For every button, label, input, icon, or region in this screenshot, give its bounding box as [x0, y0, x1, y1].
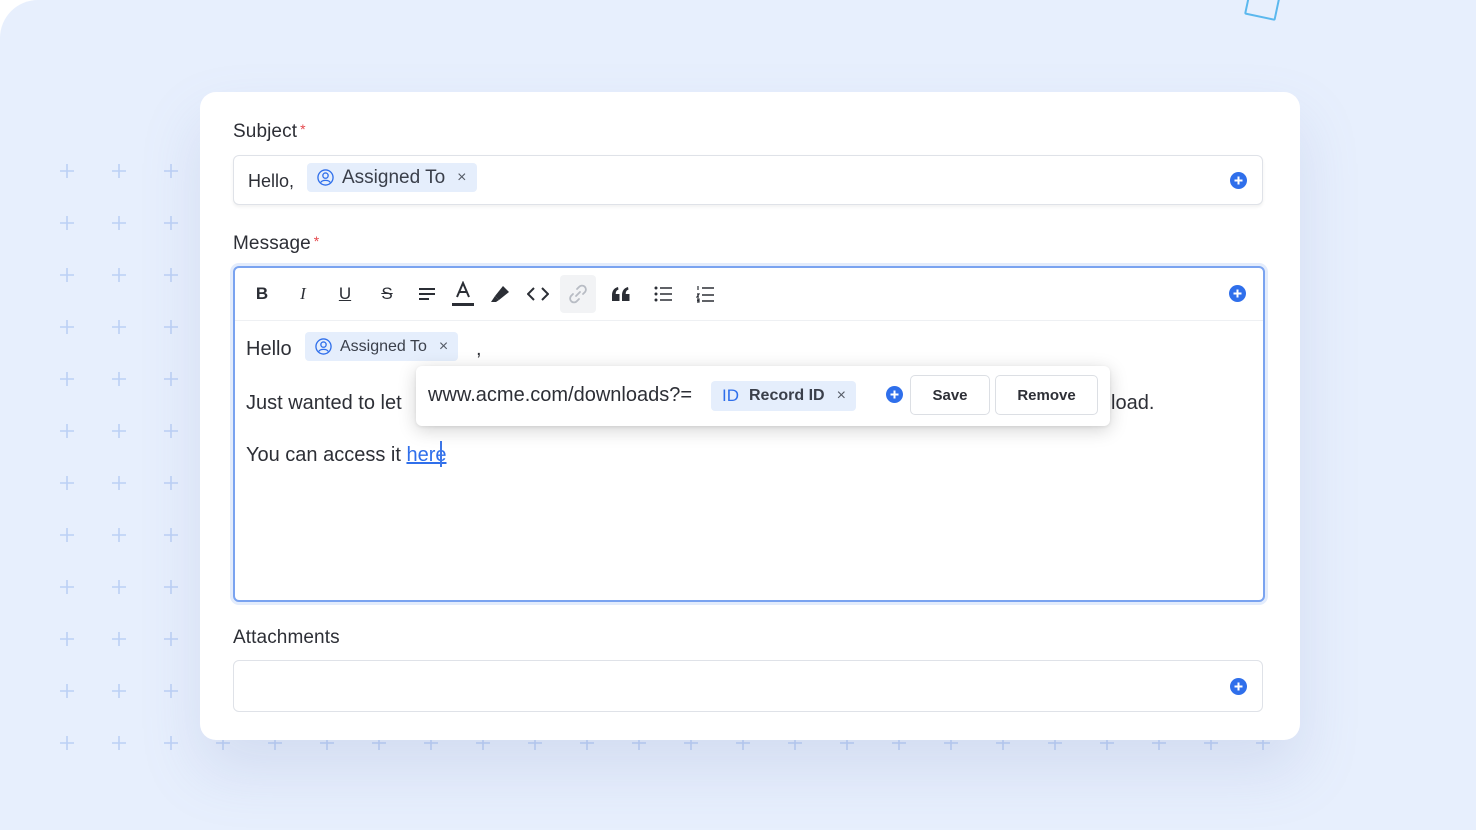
editor-comma: , — [476, 338, 482, 360]
subject-label-text: Subject — [233, 121, 298, 142]
message-editor[interactable]: B I U S Hello Assigned To × , Just wante… — [233, 266, 1265, 602]
editor-line-2-end: load. — [1111, 392, 1155, 414]
editor-line-2-start: Just wanted to let — [246, 392, 402, 414]
plus-decoration — [112, 736, 126, 750]
plus-decoration — [112, 580, 126, 594]
message-label-text: Message — [233, 233, 311, 254]
editor-line-3: You can access it here — [246, 444, 447, 467]
plus-decoration — [112, 684, 126, 698]
plus-decoration — [164, 372, 178, 386]
plus-decoration — [60, 164, 74, 178]
subject-assigned-to-chip: Assigned To × — [307, 163, 477, 192]
align-left-icon — [419, 288, 435, 300]
plus-decoration — [60, 476, 74, 490]
chip-remove-icon[interactable]: × — [457, 169, 466, 187]
link-url-input[interactable]: www.acme.com/downloads?= — [428, 384, 692, 407]
italic-button[interactable]: I — [288, 280, 318, 308]
highlighter-icon — [491, 286, 509, 302]
plus-decoration — [164, 320, 178, 334]
editor-greeting: Hello — [246, 338, 292, 360]
required-mark: * — [313, 233, 320, 249]
attachments-label: Attachments — [233, 627, 340, 648]
attachments-field[interactable] — [233, 660, 1263, 712]
plus-decoration — [164, 424, 178, 438]
plus-icon — [1234, 176, 1243, 185]
plus-decoration — [112, 372, 126, 386]
plus-decoration — [164, 164, 178, 178]
plus-decoration — [164, 632, 178, 646]
code-icon — [527, 287, 549, 301]
numbered-list-button[interactable] — [690, 280, 720, 308]
code-button[interactable] — [523, 280, 553, 308]
plus-decoration — [60, 528, 74, 542]
plus-decoration — [164, 476, 178, 490]
plus-decoration — [112, 424, 126, 438]
bold-button[interactable]: B — [247, 280, 277, 308]
plus-decoration — [164, 268, 178, 282]
chip-label: Assigned To — [342, 166, 446, 188]
plus-decoration — [112, 216, 126, 230]
editor-line-3-text: You can access it — [246, 444, 407, 466]
plus-decoration — [60, 320, 74, 334]
editor-toolbar: B I U S — [235, 268, 1263, 321]
plus-decoration — [164, 580, 178, 594]
message-label: Message * — [233, 233, 319, 255]
plus-icon — [890, 390, 899, 399]
plus-decoration — [164, 736, 178, 750]
plus-decoration — [60, 684, 74, 698]
link-button[interactable] — [560, 275, 596, 313]
link-icon — [569, 284, 587, 304]
plus-decoration — [164, 528, 178, 542]
numbered-list-icon — [696, 286, 714, 303]
link-add-variable-button[interactable] — [886, 386, 903, 403]
message-add-variable-button[interactable] — [1229, 285, 1246, 302]
plus-icon — [1233, 289, 1242, 298]
plus-decoration — [164, 216, 178, 230]
attachments-add-button[interactable] — [1230, 678, 1247, 695]
quote-icon — [612, 287, 630, 301]
person-icon — [317, 169, 334, 186]
quote-button[interactable] — [606, 280, 636, 308]
plus-decoration — [60, 424, 74, 438]
plus-decoration — [60, 580, 74, 594]
text-color-button[interactable] — [448, 280, 478, 308]
subject-add-variable-button[interactable] — [1230, 172, 1247, 189]
remove-button[interactable]: Remove — [995, 375, 1098, 415]
plus-decoration — [112, 164, 126, 178]
plus-decoration — [60, 216, 74, 230]
plus-decoration — [164, 684, 178, 698]
person-icon — [315, 338, 332, 355]
chip-label: Assigned To — [340, 337, 427, 355]
chip-remove-icon[interactable]: × — [439, 338, 448, 356]
chip-label: Record ID — [749, 387, 825, 404]
plus-decoration — [112, 528, 126, 542]
id-icon: ID — [722, 386, 739, 405]
plus-decoration — [112, 632, 126, 646]
plus-decoration — [60, 268, 74, 282]
plus-decoration — [112, 476, 126, 490]
text-color-icon — [452, 281, 474, 306]
text-cursor — [440, 441, 442, 467]
plus-decoration — [60, 736, 74, 750]
align-button[interactable] — [412, 280, 442, 308]
underline-button[interactable]: U — [330, 280, 360, 308]
record-id-chip: ID Record ID × — [711, 381, 856, 411]
link-edit-popup: www.acme.com/downloads?= ID Record ID × … — [416, 366, 1110, 426]
plus-icon — [1234, 682, 1243, 691]
plus-decoration — [60, 632, 74, 646]
plus-decoration — [112, 268, 126, 282]
subject-label: Subject * — [233, 121, 306, 143]
bullet-list-button[interactable] — [648, 280, 678, 308]
plus-decoration — [112, 320, 126, 334]
required-mark: * — [300, 121, 306, 137]
highlight-button[interactable] — [485, 280, 515, 308]
subject-prefix-text: Hello, — [248, 171, 295, 191]
chip-remove-icon[interactable]: × — [837, 387, 846, 405]
save-button[interactable]: Save — [910, 375, 990, 415]
message-assigned-to-chip: Assigned To × — [305, 332, 459, 361]
subject-input[interactable]: Hello, Assigned To × — [233, 155, 1263, 205]
bullet-list-icon — [654, 286, 672, 302]
strikethrough-button[interactable]: S — [372, 280, 402, 308]
plus-decoration — [60, 372, 74, 386]
